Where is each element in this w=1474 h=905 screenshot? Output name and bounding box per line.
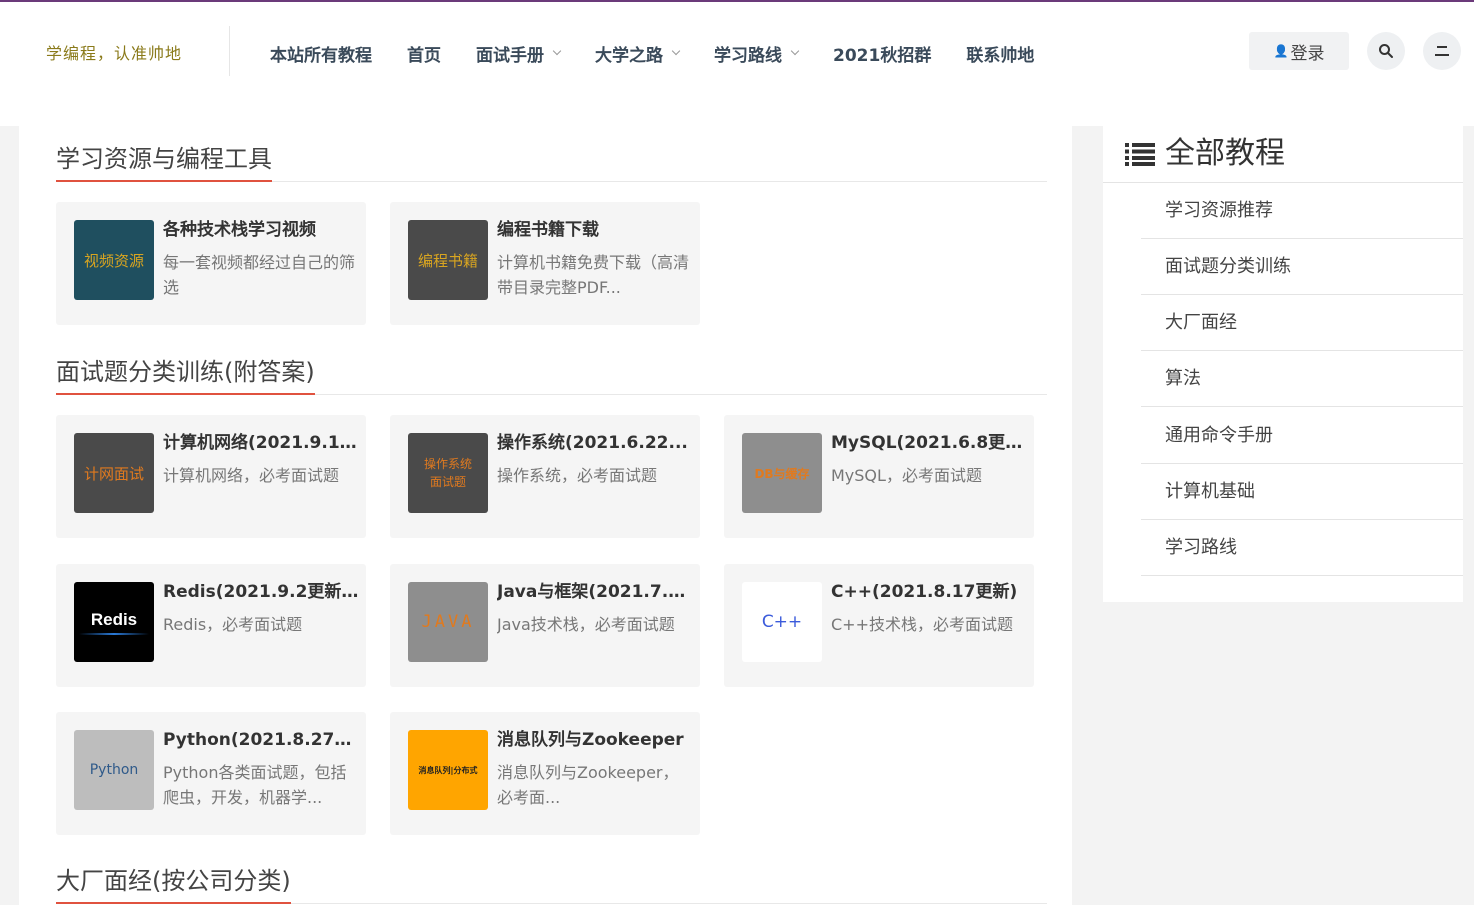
card-thumbnail: 消息队列|分布式 xyxy=(408,730,488,810)
sidebar-item-cs-basics[interactable]: 计算机基础 xyxy=(1141,464,1463,520)
interview-card[interactable]: 计网面试 计算机网络(2021.9.1... 计算机网络，必考面试题 xyxy=(56,415,366,538)
nav-label: 首页 xyxy=(407,45,441,66)
nav-university-road[interactable]: 大学之路 xyxy=(595,41,681,66)
card-description: Python各类面试题，包括爬虫，开发，机器学... xyxy=(163,763,347,807)
card-title: Redis(2021.9.2更新,... xyxy=(163,582,359,602)
nav-learning-path[interactable]: 学习路线 xyxy=(714,41,800,66)
section-title[interactable]: 学习资源与编程工具 xyxy=(56,144,272,182)
login-label: 登录 xyxy=(1290,43,1325,64)
card-thumbnail: 编程书籍 xyxy=(408,220,488,300)
card-title: 操作系统(2021.6.22... xyxy=(497,433,688,453)
section-header-resources: 学习资源与编程工具 xyxy=(56,122,1047,182)
card-thumbnail: 视频资源 xyxy=(74,220,154,300)
nav-autumn-group[interactable]: 2021秋招群 xyxy=(833,41,931,66)
card-title: 消息队列与Zookeeper xyxy=(497,730,684,750)
nav-contact[interactable]: 联系帅地 xyxy=(966,41,1034,66)
card-description: C++技术栈，必考面试题 xyxy=(831,615,1013,634)
thumb-text: 操作系统 面试题 xyxy=(423,457,472,489)
card-title: Java与框架(2021.7.1... xyxy=(497,582,693,602)
user-icon: 👤 xyxy=(1273,44,1289,58)
menu-icon xyxy=(1435,46,1449,56)
section-header-interview: 面试题分类训练(附答案) xyxy=(56,335,1047,395)
thumb-text: Python xyxy=(89,762,139,778)
interview-card[interactable]: Python Python(2021.8.27更... Python各类面试题，… xyxy=(56,712,366,835)
thumb-text: 编程书籍 xyxy=(417,251,478,270)
nav-label: 面试手册 xyxy=(476,45,544,66)
thumb-text: 计网面试 xyxy=(83,464,144,483)
thumb-text: C++ xyxy=(761,612,803,632)
card-thumbnail: JAVA xyxy=(408,582,488,662)
card-title: 编程书籍下载 xyxy=(497,220,599,240)
card-description: 消息队列与Zookeeper，必考面... xyxy=(497,763,679,807)
card-description: 每一套视频都经过自己的筛选 xyxy=(163,253,356,297)
card-title: 计算机网络(2021.9.1... xyxy=(163,433,359,453)
card-description: MySQL，必考面试题 xyxy=(831,466,982,485)
card-title: Python(2021.8.27更... xyxy=(163,730,359,750)
card-description: 计算机网络，必考面试题 xyxy=(163,466,340,485)
sidebar-item-algorithms[interactable]: 算法 xyxy=(1141,351,1463,407)
login-button[interactable]: 👤 登录 xyxy=(1249,32,1349,70)
card-description: Java技术栈，必考面试题 xyxy=(497,615,675,634)
sidebar-item-interview-training[interactable]: 面试题分类训练 xyxy=(1141,239,1463,295)
chevron-down-icon xyxy=(790,46,800,56)
resource-card[interactable]: 视频资源 各种技术栈学习视频 每一套视频都经过自己的筛选 xyxy=(56,202,366,325)
sidebar-all-tutorials: 全部教程 学习资源推荐 面试题分类训练 大厂面经 算法 通用命令手册 计算机基础… xyxy=(1103,126,1463,602)
sidebar-item-company-interviews[interactable]: 大厂面经 xyxy=(1141,295,1463,351)
thumb-text: Redis xyxy=(90,609,138,629)
card-thumbnail: 计网面试 xyxy=(74,433,154,513)
nav-all-tutorials[interactable]: 本站所有教程 xyxy=(270,41,372,66)
list-icon xyxy=(1125,143,1155,166)
interview-card[interactable]: 消息队列|分布式 消息队列与Zookeeper 消息队列与Zookeeper，必… xyxy=(390,712,700,835)
interview-card[interactable]: 操作系统 面试题 操作系统(2021.6.22... 操作系统，必考面试题 xyxy=(390,415,700,538)
card-description: 操作系统，必考面试题 xyxy=(497,466,658,485)
search-button[interactable] xyxy=(1367,32,1405,70)
interview-card[interactable]: DB与缓存 MySQL(2021.6.8更新) MySQL，必考面试题 xyxy=(724,415,1034,538)
main-nav: 本站所有教程 首页 面试手册 大学之路 学习路线 2021秋招群 联系帅地 xyxy=(270,40,1069,66)
card-description: 计算机书籍免费下载（高清带目录完整PDF... xyxy=(497,253,690,297)
interview-card[interactable]: C++ C++(2021.8.17更新) C++技术栈，必考面试题 xyxy=(724,564,1034,687)
site-header: 学编程，认准帅地 本站所有教程 首页 面试手册 大学之路 学习路线 2021秋招… xyxy=(0,2,1474,126)
nav-interview-handbook[interactable]: 面试手册 xyxy=(476,41,562,66)
nav-label: 本站所有教程 xyxy=(270,45,372,66)
chevron-down-icon xyxy=(671,46,681,56)
chevron-down-icon xyxy=(552,46,562,56)
thumb-text: DB与缓存 xyxy=(754,466,810,481)
card-thumbnail: Python xyxy=(74,730,154,810)
card-description: Redis，必考面试题 xyxy=(163,615,303,634)
site-logo[interactable]: 学编程，认准帅地 xyxy=(46,40,182,64)
menu-button[interactable] xyxy=(1423,32,1461,70)
thumb-text: 消息队列|分布式 xyxy=(418,765,478,775)
sidebar-item-command-manual[interactable]: 通用命令手册 xyxy=(1141,408,1463,464)
section-title[interactable]: 大厂面经(按公司分类) xyxy=(56,866,291,904)
nav-label: 学习路线 xyxy=(714,45,782,66)
sidebar-item-resources[interactable]: 学习资源推荐 xyxy=(1141,183,1463,239)
card-thumbnail: C++ xyxy=(742,582,822,662)
sidebar-header: 全部教程 xyxy=(1103,126,1463,183)
card-thumbnail: DB与缓存 xyxy=(742,433,822,513)
logo-divider xyxy=(229,26,230,76)
nav-home[interactable]: 首页 xyxy=(407,41,441,66)
card-title: 各种技术栈学习视频 xyxy=(163,220,316,240)
card-title: C++(2021.8.17更新) xyxy=(831,582,1018,602)
resource-card[interactable]: 编程书籍 编程书籍下载 计算机书籍免费下载（高清带目录完整PDF... xyxy=(390,202,700,325)
nav-label: 大学之路 xyxy=(595,45,663,66)
interview-card[interactable]: JAVA Java与框架(2021.7.1... Java技术栈，必考面试题 xyxy=(390,564,700,687)
card-thumbnail: Redis xyxy=(74,582,154,662)
search-icon xyxy=(1379,44,1393,58)
nav-label: 2021秋招群 xyxy=(833,45,932,66)
card-title: MySQL(2021.6.8更新) xyxy=(831,433,1027,453)
section-title[interactable]: 面试题分类训练(附答案) xyxy=(56,357,315,395)
sidebar-item-learning-path[interactable]: 学习路线 xyxy=(1141,520,1463,576)
section-header-company-interviews: 大厂面经(按公司分类) xyxy=(56,844,1047,904)
thumb-text: 视频资源 xyxy=(83,251,144,270)
sidebar-title: 全部教程 xyxy=(1165,136,1285,171)
thumb-text: JAVA xyxy=(421,612,475,632)
thumb-accent-line xyxy=(79,632,149,635)
interview-card[interactable]: Redis Redis(2021.9.2更新,... Redis，必考面试题 xyxy=(56,564,366,687)
nav-label: 联系帅地 xyxy=(966,45,1035,66)
card-thumbnail: 操作系统 面试题 xyxy=(408,433,488,513)
